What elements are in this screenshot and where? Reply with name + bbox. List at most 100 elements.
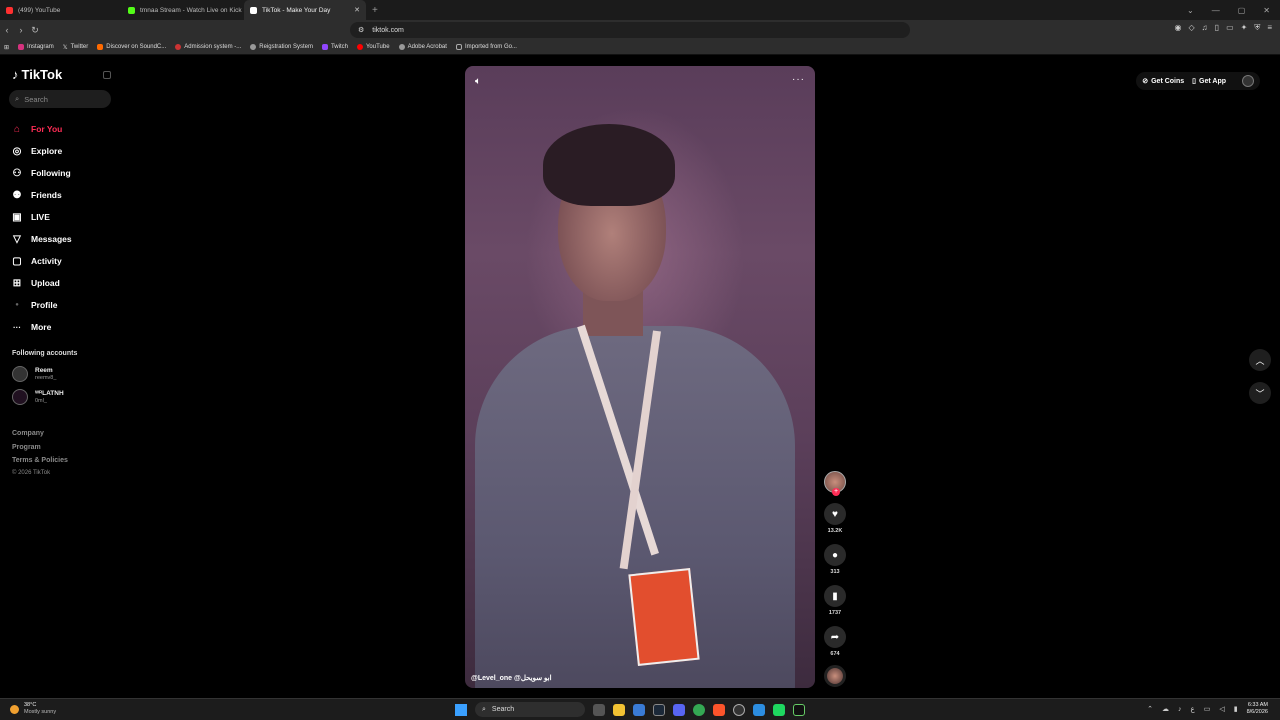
nav-explore[interactable]: ◎ Explore bbox=[11, 140, 111, 162]
nav-messages[interactable]: ▽ Messages bbox=[11, 228, 111, 250]
nav-activity[interactable]: ▢ Activity bbox=[11, 250, 111, 272]
nav-more[interactable]: ··· More bbox=[11, 316, 111, 338]
bookmark-instagram[interactable]: Instagram bbox=[18, 44, 54, 50]
comment-button[interactable]: ● bbox=[824, 544, 846, 566]
sidebar-icon[interactable]: ▯ bbox=[1215, 23, 1219, 33]
back-icon[interactable]: ‹ bbox=[0, 25, 14, 35]
get-app-label: Get App bbox=[1199, 77, 1226, 85]
shield-icon[interactable]: ⛨ bbox=[1254, 23, 1260, 33]
nav-live[interactable]: ▣ LIVE bbox=[11, 206, 111, 228]
user-avatar[interactable] bbox=[1242, 75, 1254, 87]
get-coins-button[interactable]: ⊘ Get Coins bbox=[1142, 77, 1184, 86]
video-caption[interactable]: @Level_one @ابو سويحل bbox=[471, 674, 552, 682]
minimize-icon[interactable]: — bbox=[1212, 6, 1220, 15]
bookmark-admission[interactable]: Admission system -... bbox=[175, 44, 241, 50]
display-icon[interactable]: ▭ bbox=[1204, 705, 1211, 713]
maximize-icon[interactable]: ▢ bbox=[1238, 6, 1246, 15]
microphone-icon[interactable]: ♪ bbox=[1178, 706, 1182, 713]
tab-search-icon[interactable]: ⌄ bbox=[1187, 6, 1194, 15]
folder-icon bbox=[455, 44, 462, 50]
steam-icon[interactable] bbox=[653, 703, 665, 716]
creator-avatar[interactable]: + bbox=[824, 471, 846, 496]
following-account[interactable]: ᵂᴿLATNH 0ml_ bbox=[12, 389, 64, 405]
avatar bbox=[12, 389, 28, 405]
nav-upload[interactable]: ⊞ Upload bbox=[11, 272, 111, 294]
nav-label: Explore bbox=[31, 146, 63, 156]
weather-widget[interactable]: 38°C Mostly sunny bbox=[10, 702, 56, 716]
search-placeholder: Search bbox=[24, 94, 48, 104]
video-player[interactable]: 🔈︎ ··· @Level_one @ابو سويحل bbox=[465, 66, 815, 688]
bookmark-soundcloud[interactable]: Discover on SoundC... bbox=[97, 44, 166, 50]
nav-friends[interactable]: ⚉ Friends bbox=[11, 184, 111, 206]
kick-tab-icon bbox=[128, 6, 135, 14]
volume-icon[interactable]: 🔈︎ bbox=[475, 76, 481, 87]
bookmark-registration[interactable]: Reigstration System bbox=[250, 44, 313, 50]
photos-icon[interactable] bbox=[753, 703, 765, 716]
spotify-icon[interactable] bbox=[773, 703, 785, 716]
nav-for-you[interactable]: ⌂ For You bbox=[11, 118, 111, 140]
footer-terms[interactable]: Terms & Policies bbox=[12, 454, 68, 468]
reload-icon[interactable]: ↻ bbox=[28, 25, 42, 36]
next-video-button[interactable]: ﹀ bbox=[1249, 382, 1271, 404]
compass-icon: ◎ bbox=[12, 145, 22, 157]
forward-icon[interactable]: › bbox=[14, 25, 28, 35]
get-app-button[interactable]: ▯ Get App bbox=[1192, 77, 1226, 86]
bookmark-twitter[interactable]: 𝕏 Twitter bbox=[63, 44, 89, 51]
tab-youtube[interactable]: (499) YouTube bbox=[0, 0, 122, 20]
previous-video-button[interactable]: ︿ bbox=[1249, 349, 1271, 371]
close-tab-icon[interactable]: ✕ bbox=[354, 6, 360, 14]
volume-icon[interactable]: ◁ bbox=[1219, 705, 1224, 713]
store-icon[interactable] bbox=[633, 703, 645, 716]
tab-tiktok[interactable]: TikTok - Make Your Day ✕ bbox=[244, 0, 366, 20]
new-tab-button[interactable]: + bbox=[372, 5, 378, 16]
collapse-sidebar-icon[interactable] bbox=[103, 71, 111, 79]
sidebar: ♪ TikTok ⌕ Search ⌂ For You ◎ Explore ⚇ Fol… bbox=[0, 56, 120, 698]
following-account[interactable]: Reem reemv8_ bbox=[12, 366, 56, 382]
extension-icon[interactable]: ◇ bbox=[1189, 23, 1195, 33]
obs-icon[interactable] bbox=[733, 703, 745, 716]
like-button[interactable]: ♥ bbox=[824, 503, 846, 525]
windows-start-icon[interactable] bbox=[455, 703, 467, 716]
extension-icon[interactable]: ◉ bbox=[1175, 23, 1182, 33]
nav-following[interactable]: ⚇ Following bbox=[11, 162, 111, 184]
more-options-icon[interactable]: ··· bbox=[792, 74, 805, 85]
search-input[interactable]: ⌕ Search bbox=[9, 90, 111, 108]
taskbar-search[interactable]: ⌕ Search bbox=[475, 702, 585, 717]
apps-icon[interactable]: ⊞ bbox=[4, 44, 9, 51]
task-view-icon[interactable] bbox=[593, 703, 605, 716]
time: 6:33 AM bbox=[1247, 702, 1268, 708]
extensions-icon[interactable]: ✦ bbox=[1241, 23, 1248, 33]
battery-icon[interactable]: ▮ bbox=[1234, 705, 1238, 713]
following-accounts-title: Following accounts bbox=[12, 350, 78, 357]
wallet-icon[interactable]: ▭ bbox=[1226, 23, 1234, 33]
tiktok-logo[interactable]: ♪ TikTok bbox=[12, 67, 62, 82]
cloud-icon[interactable]: ☁ bbox=[1162, 705, 1169, 713]
bookmark-label: Imported from Go... bbox=[464, 44, 517, 50]
show-hidden-icons-icon[interactable]: ⌃ bbox=[1147, 705, 1153, 713]
nav-profile[interactable]: ● Profile bbox=[11, 294, 111, 316]
bookmark-youtube[interactable]: YouTube bbox=[356, 44, 390, 50]
bookmark-imported[interactable]: Imported from Go... bbox=[455, 44, 517, 50]
tab-kick[interactable]: tmnaa Stream - Watch Live on Kick bbox=[122, 0, 244, 20]
url-bar[interactable]: ⚙ tiktok.com bbox=[350, 22, 910, 38]
music-icon[interactable]: ♫ bbox=[1202, 23, 1208, 33]
footer-company[interactable]: Company bbox=[12, 427, 68, 441]
footer-program[interactable]: Program bbox=[12, 441, 68, 455]
account-name: Reem bbox=[35, 366, 53, 374]
site-info-icon[interactable]: ⚙ bbox=[358, 26, 364, 34]
close-window-icon[interactable]: ✕ bbox=[1263, 6, 1270, 15]
clock[interactable]: 6:33 AM 8/6/2026 bbox=[1247, 702, 1268, 716]
bookmark-acrobat[interactable]: Adobe Acrobat bbox=[398, 44, 447, 50]
music-disc[interactable] bbox=[824, 665, 846, 687]
terminal-icon[interactable] bbox=[793, 703, 805, 716]
discord-icon[interactable] bbox=[673, 703, 685, 716]
chrome-icon[interactable] bbox=[693, 703, 705, 716]
language-icon[interactable]: ع bbox=[1191, 705, 1195, 713]
share-button[interactable]: ➦ bbox=[824, 626, 846, 648]
brave-icon[interactable] bbox=[713, 703, 725, 716]
menu-icon[interactable]: ≡ bbox=[1267, 23, 1272, 33]
follow-plus-icon[interactable]: + bbox=[832, 488, 840, 496]
save-button[interactable]: ▮ bbox=[824, 585, 846, 607]
file-explorer-icon[interactable] bbox=[613, 703, 625, 716]
bookmark-twitch[interactable]: Twitch bbox=[321, 44, 348, 50]
